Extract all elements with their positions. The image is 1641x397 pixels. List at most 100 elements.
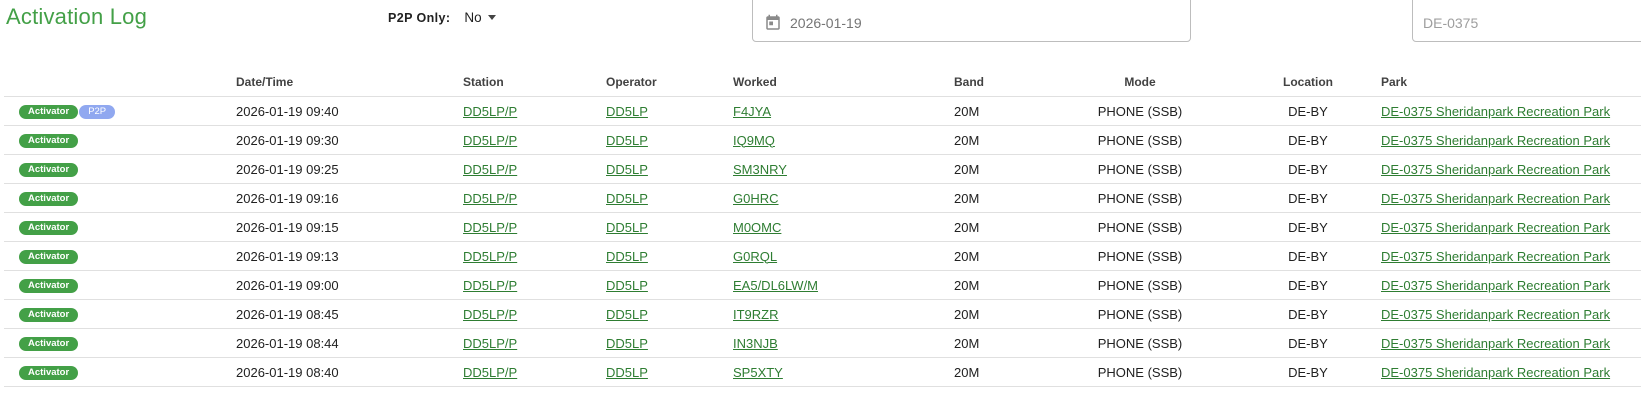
station-link[interactable]: DD5LP/P — [463, 162, 517, 177]
p2p-select[interactable]: No — [464, 10, 496, 25]
station-link[interactable]: DD5LP/P — [463, 336, 517, 351]
table-row: Activator 2026-01-19 09:30 DD5LP/P DD5LP… — [4, 125, 1641, 155]
location-cell: DE-BY — [1235, 96, 1381, 126]
park-link[interactable]: DE-0375 Sheridanpark Recreation Park — [1381, 278, 1610, 293]
worked-cell: IQ9MQ — [733, 125, 954, 155]
station-link[interactable]: DD5LP/P — [463, 220, 517, 235]
park-link[interactable]: DE-0375 Sheridanpark Recreation Park — [1381, 336, 1610, 351]
station-link[interactable]: DD5LP/P — [463, 191, 517, 206]
table-row: Activator 2026-01-19 09:00 DD5LP/P DD5LP… — [4, 270, 1641, 300]
station-link[interactable]: DD5LP/P — [463, 133, 517, 148]
role-cell: Activator — [4, 357, 236, 387]
operator-cell: DD5LP — [606, 270, 733, 300]
worked-link[interactable]: SM3NRY — [733, 162, 787, 177]
station-cell: DD5LP/P — [463, 270, 606, 300]
operator-link[interactable]: DD5LP — [606, 104, 648, 119]
operator-link[interactable]: DD5LP — [606, 133, 648, 148]
park-link[interactable]: DE-0375 Sheridanpark Recreation Park — [1381, 162, 1610, 177]
worked-link[interactable]: SP5XTY — [733, 365, 783, 380]
park-cell: DE-0375 Sheridanpark Recreation Park — [1381, 299, 1641, 329]
station-link[interactable]: DD5LP/P — [463, 104, 517, 119]
operator-link[interactable]: DD5LP — [606, 249, 648, 264]
worked-link[interactable]: EA5/DL6LW/M — [733, 278, 818, 293]
table-row: Activator 2026-01-19 09:15 DD5LP/P DD5LP… — [4, 212, 1641, 242]
worked-link[interactable]: IN3NJB — [733, 336, 778, 351]
park-field-value: DE-0375 — [1423, 15, 1479, 31]
station-link[interactable]: DD5LP/P — [463, 365, 517, 380]
park-link[interactable]: DE-0375 Sheridanpark Recreation Park — [1381, 104, 1610, 119]
station-link[interactable]: DD5LP/P — [463, 278, 517, 293]
operator-link[interactable]: DD5LP — [606, 307, 648, 322]
operator-link[interactable]: DD5LP — [606, 278, 648, 293]
calendar-icon — [764, 14, 782, 32]
station-cell: DD5LP/P — [463, 357, 606, 387]
operator-cell: DD5LP — [606, 328, 733, 358]
role-cell: Activator — [4, 328, 236, 358]
operator-link[interactable]: DD5LP — [606, 220, 648, 235]
station-cell: DD5LP/P — [463, 183, 606, 213]
chevron-down-icon — [487, 15, 496, 20]
operator-link[interactable]: DD5LP — [606, 162, 648, 177]
band-cell: 20M — [954, 212, 1045, 242]
operator-link[interactable]: DD5LP — [606, 336, 648, 351]
operator-cell: DD5LP — [606, 299, 733, 329]
mode-cell: PHONE (SSB) — [1045, 328, 1235, 358]
activator-badge: Activator — [19, 191, 79, 206]
worked-cell: G0RQL — [733, 241, 954, 271]
station-link[interactable]: DD5LP/P — [463, 249, 517, 264]
p2p-select-value: No — [464, 10, 482, 25]
location-cell: DE-BY — [1235, 125, 1381, 155]
station-cell: DD5LP/P — [463, 212, 606, 242]
column-header-location: Location — [1235, 68, 1381, 97]
park-link[interactable]: DE-0375 Sheridanpark Recreation Park — [1381, 249, 1610, 264]
activator-badge: Activator — [19, 162, 79, 177]
station-link[interactable]: DD5LP/P — [463, 307, 517, 322]
operator-link[interactable]: DD5LP — [606, 365, 648, 380]
activation-log-page: Activation Log P2P Only: No 2026-01-19 D… — [0, 0, 1641, 397]
activator-badge: Activator — [19, 365, 79, 380]
p2p-filter: P2P Only: No — [388, 10, 496, 25]
park-link[interactable]: DE-0375 Sheridanpark Recreation Park — [1381, 365, 1610, 380]
column-header-role — [4, 68, 236, 97]
role-cell: Activator — [4, 125, 236, 155]
location-cell: DE-BY — [1235, 212, 1381, 242]
park-link[interactable]: DE-0375 Sheridanpark Recreation Park — [1381, 191, 1610, 206]
location-cell: DE-BY — [1235, 357, 1381, 387]
operator-cell: DD5LP — [606, 183, 733, 213]
worked-link[interactable]: G0HRC — [733, 191, 779, 206]
mode-cell: PHONE (SSB) — [1045, 96, 1235, 126]
operator-cell: DD5LP — [606, 96, 733, 126]
worked-cell: IT9RZR — [733, 299, 954, 329]
datetime-cell: 2026-01-19 09:30 — [236, 125, 463, 155]
activator-badge: Activator — [19, 307, 79, 322]
band-cell: 20M — [954, 241, 1045, 271]
park-link[interactable]: DE-0375 Sheridanpark Recreation Park — [1381, 307, 1610, 322]
role-cell: Activator — [4, 299, 236, 329]
mode-cell: PHONE (SSB) — [1045, 212, 1235, 242]
role-cell: Activator P2P — [4, 96, 236, 126]
park-field[interactable]: DE-0375 — [1412, 0, 1641, 42]
park-cell: DE-0375 Sheridanpark Recreation Park — [1381, 125, 1641, 155]
worked-link[interactable]: IT9RZR — [733, 307, 779, 322]
worked-link[interactable]: IQ9MQ — [733, 133, 775, 148]
park-cell: DE-0375 Sheridanpark Recreation Park — [1381, 183, 1641, 213]
park-link[interactable]: DE-0375 Sheridanpark Recreation Park — [1381, 133, 1610, 148]
operator-link[interactable]: DD5LP — [606, 191, 648, 206]
worked-link[interactable]: G0RQL — [733, 249, 777, 264]
table-row: Activator 2026-01-19 08:45 DD5LP/P DD5LP… — [4, 299, 1641, 329]
column-header-operator: Operator — [606, 68, 733, 97]
station-cell: DD5LP/P — [463, 154, 606, 184]
mode-cell: PHONE (SSB) — [1045, 299, 1235, 329]
datetime-cell: 2026-01-19 08:44 — [236, 328, 463, 358]
date-field[interactable]: 2026-01-19 — [752, 0, 1191, 42]
worked-link[interactable]: M0OMC — [733, 220, 781, 235]
operator-cell: DD5LP — [606, 241, 733, 271]
column-header-park: Park — [1381, 68, 1641, 97]
role-cell: Activator — [4, 154, 236, 184]
station-cell: DD5LP/P — [463, 241, 606, 271]
worked-link[interactable]: F4JYA — [733, 104, 771, 119]
role-cell: Activator — [4, 241, 236, 271]
mode-cell: PHONE (SSB) — [1045, 125, 1235, 155]
location-cell: DE-BY — [1235, 270, 1381, 300]
park-link[interactable]: DE-0375 Sheridanpark Recreation Park — [1381, 220, 1610, 235]
